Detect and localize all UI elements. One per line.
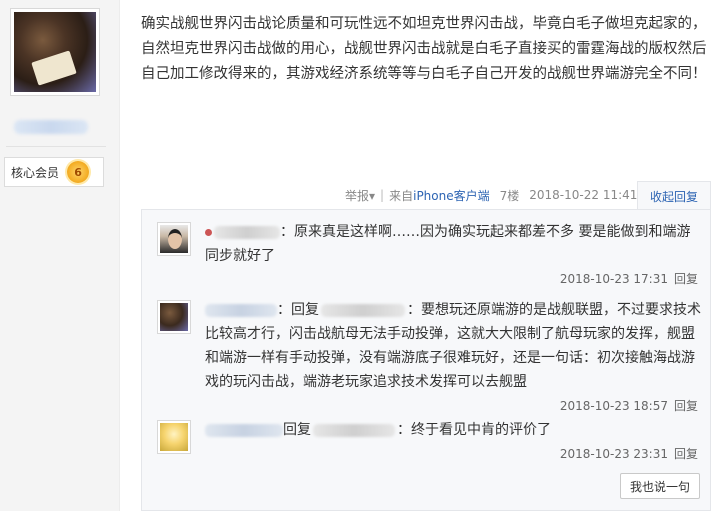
source-prefix: 来自 xyxy=(389,188,414,203)
reply-meta: 2018-10-23 23:31 回复 xyxy=(560,445,698,462)
reply-time: 2018-10-23 18:57 xyxy=(559,399,668,413)
member-badge: 核心会员 6 xyxy=(4,157,104,187)
sidebar-divider xyxy=(6,146,106,147)
post-meta: 举报▾ | 来自 iPhone客户端 7楼 2018-10-22 11:41 xyxy=(345,186,637,204)
user-avatar[interactable] xyxy=(10,8,100,96)
reply-meta: 2018-10-23 18:57 回复 xyxy=(560,397,698,414)
reply-button[interactable]: 回复 xyxy=(674,399,698,413)
say-something-button[interactable]: 我也说一句 xyxy=(620,473,700,499)
fold-replies-button[interactable]: 收起回复 xyxy=(637,181,711,210)
floor-number: 7楼 xyxy=(499,188,520,203)
user-sidebar: 核心会员 6 xyxy=(0,0,120,511)
username-blurred[interactable] xyxy=(14,120,88,134)
member-label: 核心会员 xyxy=(11,165,60,180)
meta-separator: | xyxy=(380,188,385,202)
reply-panel: ：原来真是这样啊……因为确实玩起来都差不多 要是能做到和端游同步就好了 2018… xyxy=(141,209,711,511)
reply-text: 回复 ：终于看见中肯的评价了 xyxy=(205,418,703,442)
source-client-link[interactable]: iPhone客户端 xyxy=(413,187,490,204)
post-timestamp: 2018-10-22 11:41 xyxy=(529,188,638,202)
reply-target-blurred[interactable] xyxy=(313,423,395,437)
reply-meta: 2018-10-23 17:31 回复 xyxy=(560,270,698,287)
report-link[interactable]: 举报▾ xyxy=(345,187,375,204)
reply-time: 2018-10-23 23:31 xyxy=(559,447,668,461)
reply-target-blurred[interactable] xyxy=(321,303,405,317)
reply-username-blurred[interactable] xyxy=(205,423,283,437)
post-content: 确实战舰世界闪击战论质量和可玩性远不如坦克世界闪击战，毕竟白毛子做坦克起家的，自… xyxy=(141,16,707,82)
reply-avatar[interactable] xyxy=(157,222,191,256)
reply-avatar[interactable] xyxy=(157,420,191,454)
reply-avatar[interactable] xyxy=(157,300,191,334)
reply-button[interactable]: 回复 xyxy=(674,447,698,461)
reply-text: ：回复 ：要想玩还原端游的是战舰联盟，不过要求技术比较高才行，闪击战航母无法手动投… xyxy=(205,302,701,390)
reply-time: 2018-10-23 17:31 xyxy=(559,272,668,286)
reply-username-blurred[interactable] xyxy=(214,225,280,239)
reply-button[interactable]: 回复 xyxy=(674,272,698,286)
reply-username-blurred[interactable] xyxy=(205,303,277,317)
reply-text: ：原来真是这样啊……因为确实玩起来都差不多 要是能做到和端游同步就好了 xyxy=(205,224,691,264)
level-badge-icon: 6 xyxy=(67,161,90,183)
chevron-down-icon: ▾ xyxy=(369,188,376,203)
